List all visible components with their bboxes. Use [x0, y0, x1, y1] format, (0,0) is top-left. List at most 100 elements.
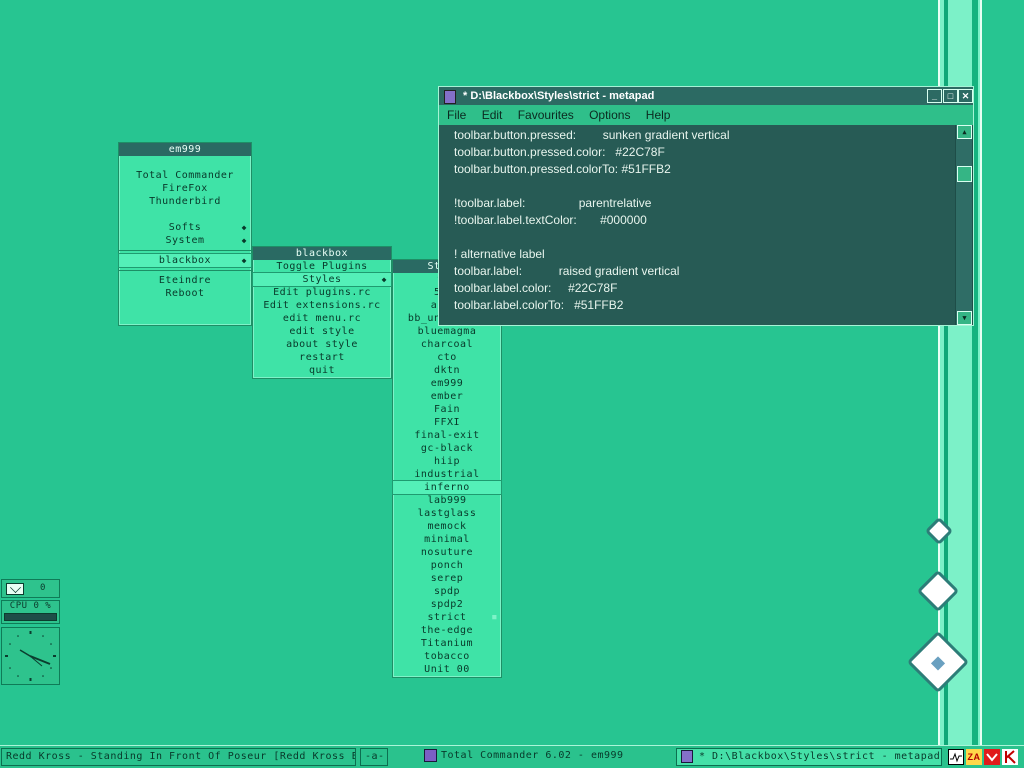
style-item[interactable]: FFXI [393, 416, 501, 429]
editor-text-area[interactable]: toolbar.button.pressed: sunken gradient … [439, 125, 955, 325]
style-item[interactable]: industrial [393, 468, 501, 481]
style-item[interactable]: lastglass [393, 507, 501, 520]
menu-favourites[interactable]: Favourites [518, 108, 574, 122]
menu-item-total-commander[interactable]: Total Commander [119, 169, 251, 182]
style-item[interactable]: gc-black [393, 442, 501, 455]
style-item[interactable]: charcoal [393, 338, 501, 351]
mail-count: 0 [40, 583, 46, 593]
envelope-icon [6, 582, 24, 595]
menu-item-edit-extensions[interactable]: Edit extensions.rc [253, 299, 391, 312]
menu-help[interactable]: Help [646, 108, 671, 122]
menu-item-edit-menu[interactable]: edit menu.rc [253, 312, 391, 325]
maximize-icon[interactable]: □ [943, 89, 958, 103]
menu-item-toggle-plugins[interactable]: Toggle Plugins [253, 260, 391, 273]
k-tray-icon[interactable] [1002, 749, 1018, 765]
cpu-label: CPU 0 % [9, 601, 52, 611]
menu-item-restart[interactable]: restart [253, 351, 391, 364]
submenu-styles[interactable]: Styles ◆ [252, 272, 392, 287]
current-style-marker-icon: ■ [492, 613, 497, 621]
style-item[interactable]: Titanium [393, 637, 501, 650]
menu-options[interactable]: Options [589, 108, 630, 122]
submenu-system[interactable]: System ◆ [119, 234, 251, 247]
menu-bar: File Edit Favourites Options Help [439, 105, 973, 125]
scroll-down-icon[interactable]: ▼ [957, 311, 972, 325]
scroll-thumb[interactable] [957, 166, 972, 182]
analog-clock-icon [5, 631, 56, 681]
text-line: toolbar.button.pressed.color: #22C78F [454, 145, 665, 159]
submenu-arrow-icon: ◆ [381, 275, 387, 284]
task-metapad[interactable]: * D:\Blackbox\Styles\strict - metapad [676, 748, 942, 766]
task-label: Total Commander 6.02 - em999 [441, 750, 624, 761]
style-item[interactable]: inferno [392, 480, 502, 495]
mail-widget[interactable]: 0 [1, 579, 60, 598]
menu-item-about-style[interactable]: about style [253, 338, 391, 351]
style-item[interactable]: cto [393, 351, 501, 364]
menu-item-edit-plugins[interactable]: Edit plugins.rc [253, 286, 391, 299]
blackbox-menu-title: blackbox [253, 247, 391, 260]
style-item[interactable]: Fain [393, 403, 501, 416]
style-item[interactable]: spdp2 [393, 598, 501, 611]
submenu-styles-label: Styles [302, 274, 342, 285]
style-item[interactable]: Unit 00 [393, 663, 501, 676]
style-item[interactable]: memock [393, 520, 501, 533]
menu-item-eteindre[interactable]: Eteindre [119, 274, 251, 287]
vertical-scrollbar[interactable]: ▲ ▼ [956, 125, 972, 325]
text-line: toolbar.label: raised gradient vertical [454, 264, 680, 278]
workspace-label[interactable]: -a- [360, 748, 388, 766]
close-icon[interactable]: ✕ [958, 89, 973, 103]
floppy-icon [424, 748, 437, 762]
task-label: * D:\Blackbox\Styles\strict - metapad [699, 751, 941, 762]
style-item[interactable]: serep [393, 572, 501, 585]
menu-item-quit[interactable]: quit [253, 364, 391, 377]
clock-widget [1, 627, 60, 685]
metapad-window: * D:\Blackbox\Styles\strict - metapad _ … [438, 86, 974, 326]
text-line [454, 178, 955, 195]
minimize-icon[interactable]: _ [927, 89, 942, 103]
submenu-system-label: System [165, 235, 205, 246]
style-item[interactable]: the-edge [393, 624, 501, 637]
submenu-softs[interactable]: Softs ◆ [119, 221, 251, 234]
style-item[interactable]: strict ■ [393, 611, 501, 624]
style-item[interactable]: ponch [393, 559, 501, 572]
monitor-tray-icon[interactable] [948, 749, 964, 765]
style-item[interactable]: spdp [393, 585, 501, 598]
scroll-up-icon[interactable]: ▲ [957, 125, 972, 139]
style-item[interactable]: dktn [393, 364, 501, 377]
style-item[interactable]: lab999 [393, 494, 501, 507]
menu-separator [119, 270, 251, 271]
text-line: toolbar.label.color: #22C78F [454, 281, 618, 295]
style-item[interactable]: minimal [393, 533, 501, 546]
style-item[interactable]: tobacco [393, 650, 501, 663]
submenu-softs-label: Softs [168, 222, 202, 233]
menu-separator [119, 250, 251, 251]
style-item[interactable]: hiip [393, 455, 501, 468]
menu-item-thunderbird[interactable]: Thunderbird [119, 195, 251, 208]
menu-item-reboot[interactable]: Reboot [119, 287, 251, 300]
blackbox-menu: blackbox Toggle Plugins Styles ◆ Edit plu… [252, 246, 392, 379]
style-item[interactable]: bluemagma [393, 325, 501, 338]
submenu-blackbox[interactable]: blackbox ◆ [118, 253, 252, 268]
red-arrow-tray-icon[interactable] [984, 749, 1000, 765]
style-item[interactable]: ember [393, 390, 501, 403]
menu-file[interactable]: File [447, 108, 466, 122]
style-item[interactable]: em999 [393, 377, 501, 390]
style-item[interactable]: nosuture [393, 546, 501, 559]
submenu-arrow-icon: ◆ [241, 223, 247, 232]
root-menu: em999 Total Commander FireFox Thunderbir… [118, 142, 252, 326]
task-total-commander[interactable]: Total Commander 6.02 - em999 [420, 748, 670, 766]
style-item[interactable]: final-exit [393, 429, 501, 442]
text-line [454, 229, 955, 246]
menu-item-edit-style[interactable]: edit style [253, 325, 391, 338]
slit-edge [980, 0, 982, 745]
menu-item-firefox[interactable]: FireFox [119, 182, 251, 195]
dock-diamond-inner-icon [930, 656, 946, 671]
root-menu-title: em999 [119, 143, 251, 156]
menu-edit[interactable]: Edit [482, 108, 503, 122]
window-title: * D:\Blackbox\Styles\strict - metapad [463, 90, 655, 102]
cpu-widget: CPU 0 % [1, 600, 60, 624]
text-line: ! alternative label [454, 247, 545, 261]
text-line: toolbar.button.pressed: sunken gradient … [454, 128, 730, 142]
window-titlebar[interactable]: * D:\Blackbox\Styles\strict - metapad _ … [439, 87, 973, 105]
system-widgets: 0 CPU 0 % [0, 577, 62, 687]
zonealarm-tray-icon[interactable]: ZA [966, 749, 982, 765]
